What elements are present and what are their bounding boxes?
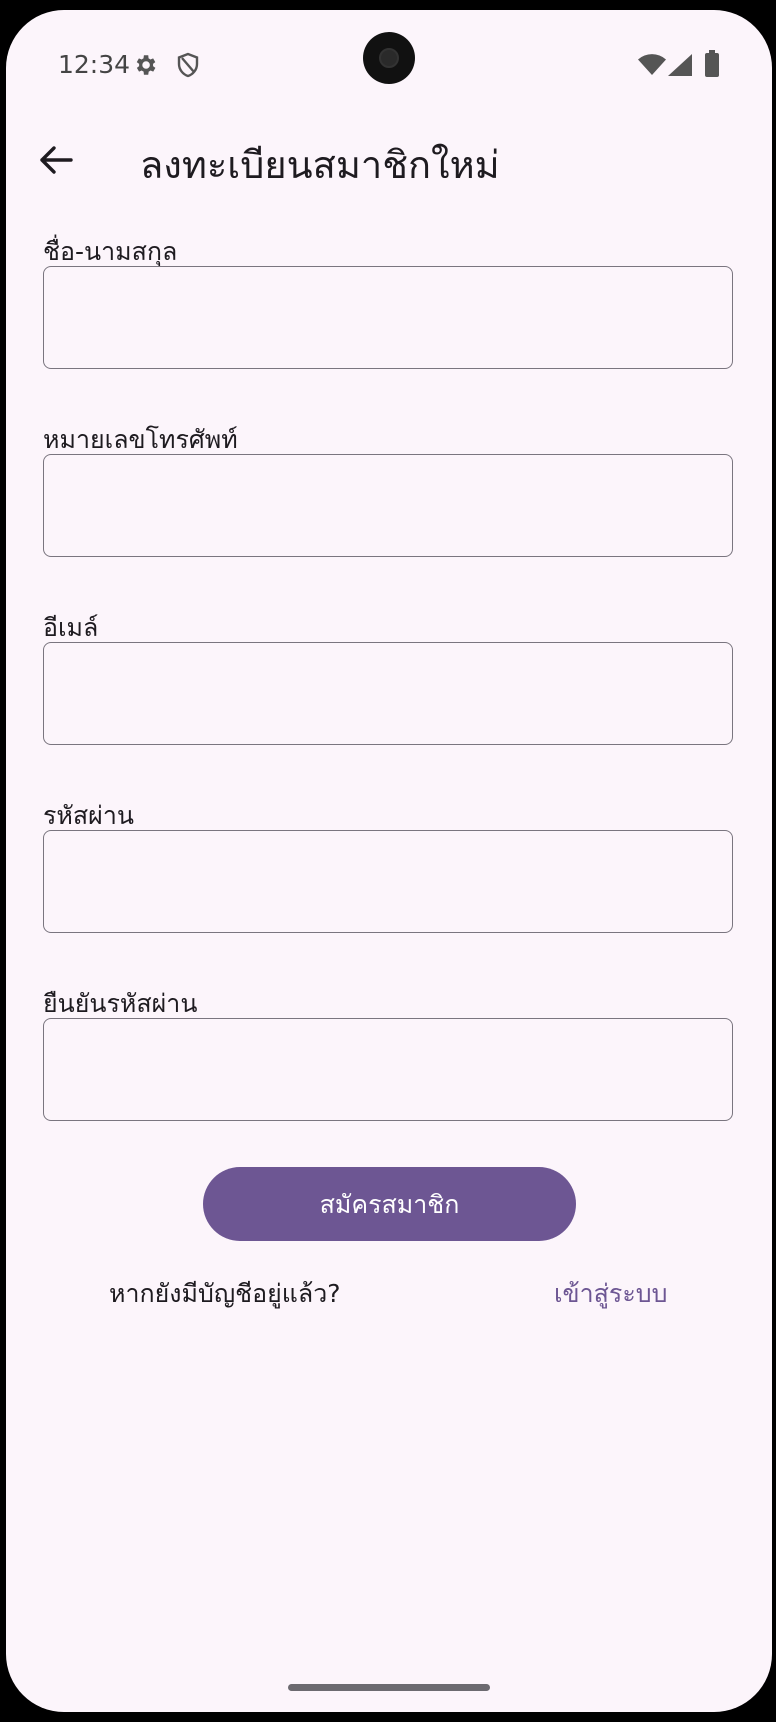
confirm-password-input[interactable] <box>43 1018 733 1121</box>
back-button[interactable] <box>36 140 76 180</box>
gear-icon <box>132 52 158 82</box>
shield-icon <box>176 52 200 82</box>
home-indicator[interactable] <box>288 1684 490 1691</box>
email-input[interactable] <box>43 642 733 745</box>
existing-account-prompt: หากยังมีบัญชีอยู่แล้ว? <box>109 1279 341 1308</box>
password-input[interactable] <box>43 830 733 933</box>
wifi-icon <box>638 54 666 80</box>
front-camera <box>363 32 415 84</box>
arrow-left-icon <box>40 146 73 174</box>
battery-icon <box>704 50 720 82</box>
status-bar: 12:34 <box>6 10 772 110</box>
fullname-input[interactable] <box>43 266 733 369</box>
phone-screen: 12:34 ลงทะเบียนสมาชิกใหม่ ชื่อ-นามสกุล ห… <box>6 10 772 1712</box>
status-time: 12:34 <box>58 50 131 79</box>
signal-icon <box>668 54 692 80</box>
login-link[interactable]: เข้าสู่ระบบ <box>554 1274 668 1314</box>
register-button[interactable]: สมัครสมาชิก <box>203 1167 576 1241</box>
page-title: ลงทะเบียนสมาชิกใหม่ <box>140 143 500 187</box>
phone-input[interactable] <box>43 454 733 557</box>
